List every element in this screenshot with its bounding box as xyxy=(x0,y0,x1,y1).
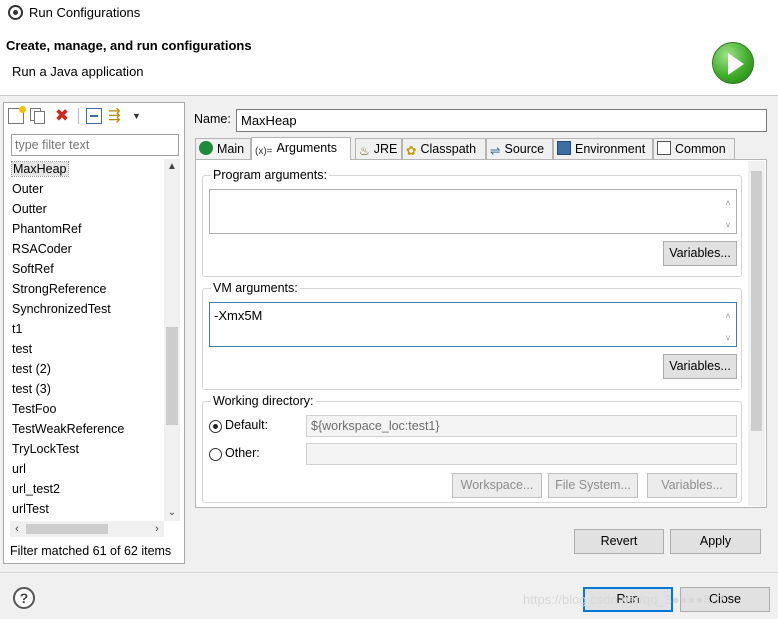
scroll-thumb[interactable] xyxy=(26,524,108,534)
list-item[interactable]: Outter xyxy=(10,199,163,219)
filter-icon[interactable]: ⇶ xyxy=(108,108,124,124)
name-field[interactable] xyxy=(236,109,767,132)
title-bar: Run Configurations xyxy=(0,0,778,26)
main-icon xyxy=(199,141,213,155)
vm-arguments-field[interactable]: -Xmx5M ˄ ˅ xyxy=(209,302,737,347)
config-list: MaxHeap Outer Outter PhantomRef RSACoder… xyxy=(10,159,163,521)
common-icon xyxy=(657,141,671,155)
tab-jre[interactable]: ♨ JRE xyxy=(355,138,402,160)
scroll-thumb[interactable] xyxy=(751,171,762,431)
scroll-up-icon[interactable]: ▲ xyxy=(164,159,180,175)
header-title: Create, manage, and run configurations xyxy=(6,38,252,53)
program-arguments-label: Program arguments: xyxy=(211,168,329,182)
textarea-scroll-icon[interactable]: ˄ ˅ xyxy=(722,192,734,236)
vm-arguments-group: VM arguments: -Xmx5M ˄ ˅ Variables... xyxy=(202,281,742,390)
view-menu-icon[interactable]: ▼ xyxy=(132,108,142,124)
list-item[interactable]: StrongReference xyxy=(10,279,163,299)
tab-arguments[interactable]: (x)= Arguments xyxy=(251,137,351,160)
list-item[interactable]: PhantomRef xyxy=(10,219,163,239)
source-icon: ⇌ xyxy=(490,144,501,158)
help-icon[interactable]: ? xyxy=(13,587,35,609)
list-vertical-scrollbar[interactable]: ▲ ⌄ xyxy=(164,159,180,521)
default-directory-field: ${workspace_loc:test1} xyxy=(306,415,737,437)
working-directory-label: Working directory: xyxy=(211,394,316,408)
list-item[interactable]: urlTest xyxy=(10,499,163,519)
filter-input[interactable] xyxy=(11,134,179,156)
tab-bar: Main (x)= Arguments ♨ JRE ✿ Classpath ⇌ Sour… xyxy=(195,137,767,160)
program-arguments-field[interactable]: ˄ ˅ xyxy=(209,189,737,234)
run-icon xyxy=(712,42,754,84)
other-directory-field[interactable] xyxy=(306,443,737,465)
tab-environment[interactable]: Environment xyxy=(553,138,653,160)
delete-icon[interactable]: ✖ xyxy=(54,107,70,124)
duplicate-icon[interactable] xyxy=(30,108,46,124)
list-item[interactable]: SynchronizedTest xyxy=(10,299,163,319)
divider xyxy=(0,572,778,573)
working-dir-variables-button[interactable]: Variables... xyxy=(647,473,737,498)
toolbar-separator xyxy=(78,108,79,124)
list-horizontal-scrollbar[interactable]: ‹ › xyxy=(10,521,164,537)
tab-source[interactable]: ⇌ Source xyxy=(486,138,553,160)
file-system-button[interactable]: File System... xyxy=(548,473,638,498)
tab-main[interactable]: Main xyxy=(195,138,251,160)
other-radio[interactable] xyxy=(209,448,222,461)
scroll-down-icon[interactable]: ⌄ xyxy=(164,505,180,521)
revert-button[interactable]: Revert xyxy=(574,529,664,554)
list-item[interactable]: test (2) xyxy=(10,359,163,379)
dialog-header: Create, manage, and run configurations R… xyxy=(0,26,778,96)
tab-panel-scrollbar[interactable] xyxy=(748,161,765,506)
other-label: Other: xyxy=(225,446,260,460)
workspace-button[interactable]: Workspace... xyxy=(452,473,542,498)
list-item[interactable]: url_test2 xyxy=(10,479,163,499)
default-radio[interactable] xyxy=(209,420,222,433)
new-config-icon[interactable] xyxy=(8,106,26,124)
jre-icon: ♨ xyxy=(359,144,370,158)
window-title: Run Configurations xyxy=(29,5,141,20)
header-subtitle: Run a Java application xyxy=(12,64,144,79)
watermark: https://blog.csdn.net/qq_3●●●●827 xyxy=(523,592,725,607)
eclipse-icon xyxy=(8,5,23,20)
list-item[interactable]: MaxHeap xyxy=(10,159,163,179)
scroll-right-icon[interactable]: › xyxy=(150,521,164,537)
list-item[interactable]: TryLockTest xyxy=(10,439,163,459)
list-item[interactable]: SoftRef xyxy=(10,259,163,279)
working-directory-group: Working directory: Default: ${workspace_… xyxy=(202,394,742,503)
list-item[interactable]: test (3) xyxy=(10,379,163,399)
list-item[interactable]: TestFoo xyxy=(10,399,163,419)
arguments-tab-panel: Program arguments: ˄ ˅ Variables... VM ar… xyxy=(195,159,767,508)
list-item[interactable]: RSACoder xyxy=(10,239,163,259)
apply-button[interactable]: Apply xyxy=(670,529,761,554)
list-item[interactable]: Outer xyxy=(10,179,163,199)
list-item[interactable]: t1 xyxy=(10,319,163,339)
arguments-icon: (x)= xyxy=(255,146,273,157)
default-label: Default: xyxy=(225,418,269,432)
program-arguments-group: Program arguments: ˄ ˅ Variables... xyxy=(202,168,742,277)
environment-icon xyxy=(557,141,571,155)
collapse-all-icon[interactable] xyxy=(86,108,102,124)
list-item[interactable]: TestWeakReference xyxy=(10,419,163,439)
filter-status: Filter matched 61 of 62 items xyxy=(10,544,172,558)
scroll-thumb[interactable] xyxy=(166,327,178,425)
vm-variables-button[interactable]: Variables... xyxy=(663,354,737,379)
classpath-icon: ✿ xyxy=(406,144,417,158)
tab-classpath[interactable]: ✿ Classpath xyxy=(402,138,486,160)
program-variables-button[interactable]: Variables... xyxy=(663,241,737,266)
vm-arguments-label: VM arguments: xyxy=(211,281,300,295)
list-item[interactable]: url xyxy=(10,459,163,479)
tab-common[interactable]: Common xyxy=(653,138,735,160)
list-item[interactable]: test xyxy=(10,339,163,359)
config-tree-panel: ✖ ⇶ ▼ MaxHeap Outer Outter PhantomRef RS… xyxy=(3,102,185,564)
scroll-left-icon[interactable]: ‹ xyxy=(10,521,24,537)
name-label: Name: xyxy=(194,112,231,126)
textarea-scroll-icon[interactable]: ˄ ˅ xyxy=(722,305,734,349)
